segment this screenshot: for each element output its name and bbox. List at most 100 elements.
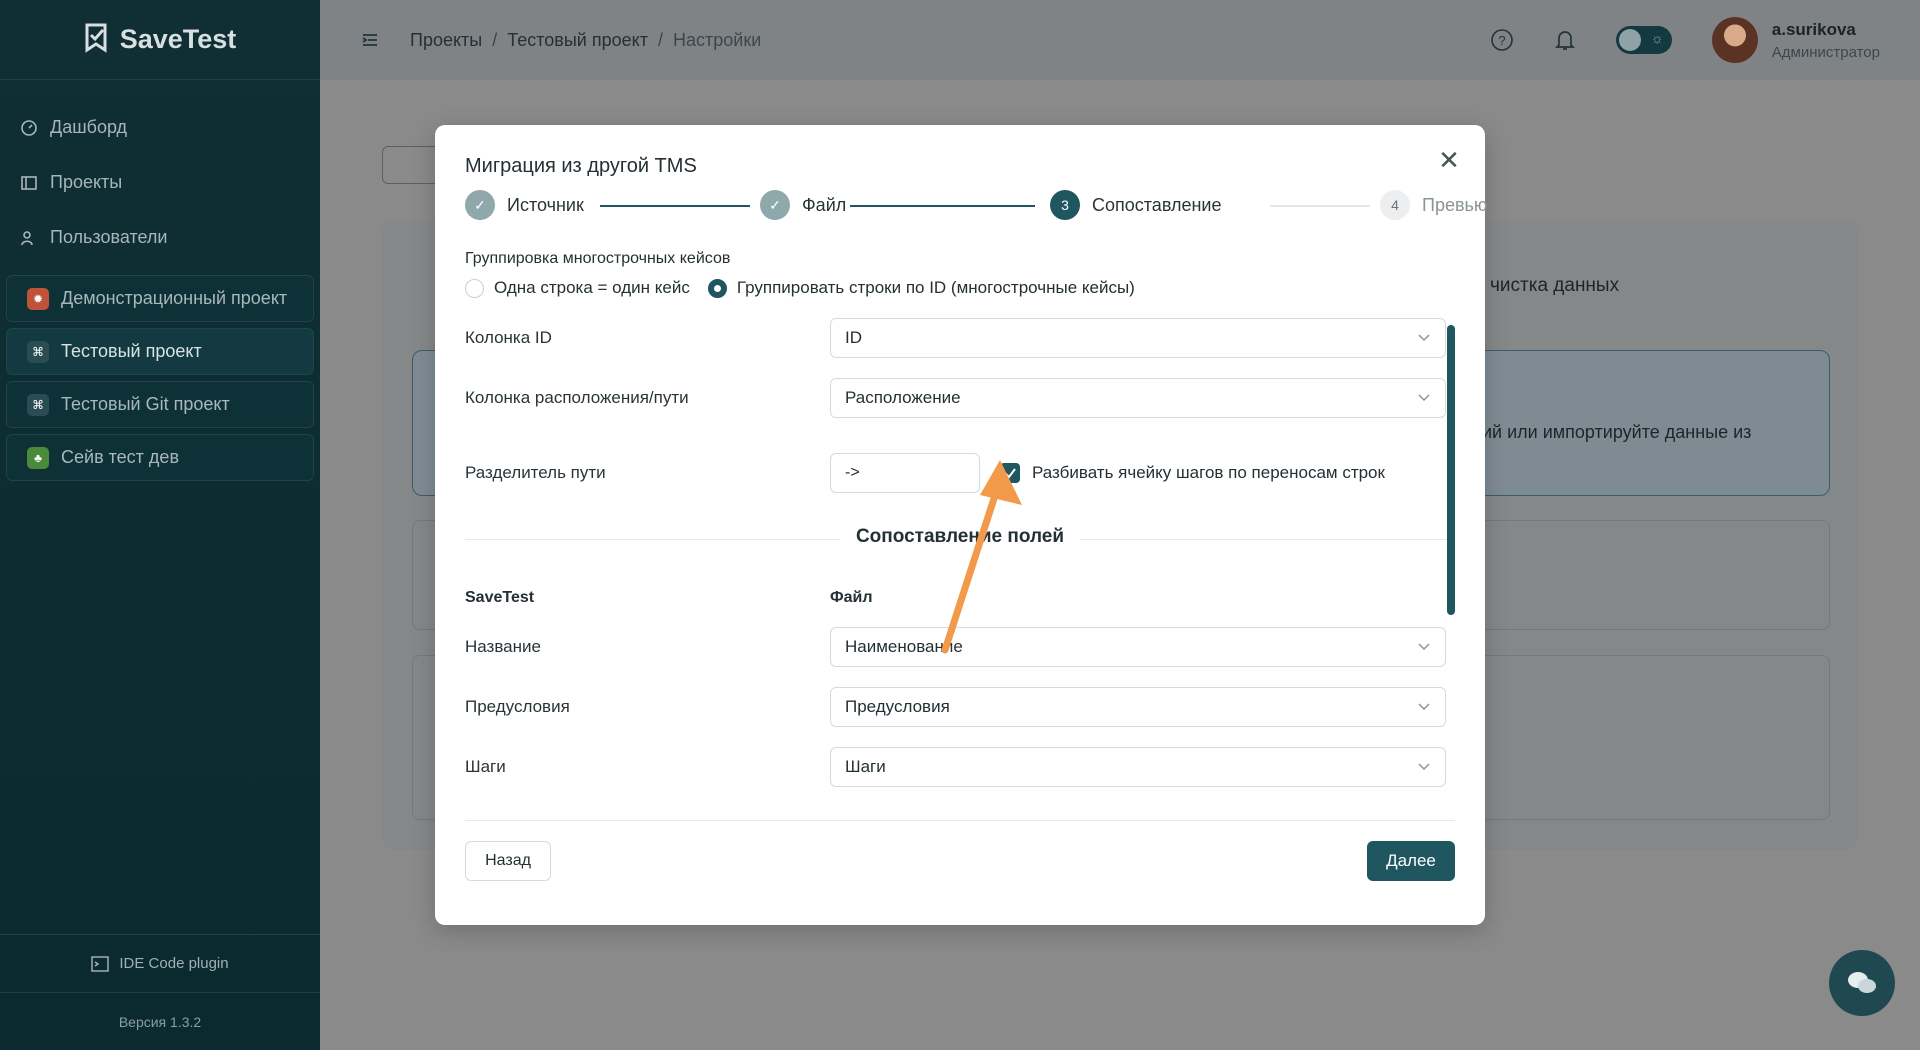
back-button-bg xyxy=(382,146,442,184)
step-label: Превью xyxy=(1422,194,1488,215)
mapping-select-name[interactable]: Наименование xyxy=(830,627,1446,667)
select-value: Шаги xyxy=(845,757,886,776)
step-connector xyxy=(1270,205,1370,207)
project-label: Тестовый Git проект xyxy=(61,394,230,414)
chevron-down-icon xyxy=(1418,334,1430,342)
chevron-down-icon xyxy=(1418,763,1430,771)
path-column-select[interactable]: Расположение xyxy=(830,378,1446,418)
scrollbar-thumb[interactable] xyxy=(1447,325,1455,615)
radio-label: Группировать строки по ID (многострочные… xyxy=(736,278,1135,297)
ide-plugin-link[interactable]: IDE Code plugin xyxy=(0,934,320,992)
step-connector xyxy=(600,205,750,207)
grouping-options: Одна строка = один кейс Группировать стр… xyxy=(465,278,1135,298)
sun-icon: ☼ xyxy=(1650,30,1664,46)
next-button[interactable]: Далее xyxy=(1367,841,1455,881)
logo[interactable]: SaveTest xyxy=(0,0,320,80)
step-label: Файл xyxy=(802,194,847,215)
stepper: ✓ Источник ✓ Файл 3 Сопоставление 4 Прев… xyxy=(465,190,1487,222)
column-header-savetest: SaveTest xyxy=(465,589,535,606)
step-file: ✓ Файл xyxy=(760,190,846,220)
nav-label: Дашборд xyxy=(50,117,128,137)
step-number: 4 xyxy=(1380,190,1410,220)
toggle-knob xyxy=(1618,29,1641,51)
mapping-label-steps: Шаги xyxy=(465,757,506,776)
user-menu[interactable]: a.surikova Администратор xyxy=(1711,17,1880,63)
logo-icon xyxy=(85,23,107,53)
breadcrumb-separator: / xyxy=(657,29,663,50)
dialog-title: Миграция из другой TMS xyxy=(465,155,697,177)
terminal-icon xyxy=(91,955,110,972)
close-icon[interactable]: ✕ xyxy=(1435,147,1463,175)
nav-label: Проекты xyxy=(50,172,123,192)
theme-toggle[interactable]: ☼ xyxy=(1615,26,1672,54)
step-label: Источник xyxy=(507,194,584,215)
mapping-label-name: Название xyxy=(465,637,541,656)
checkbox-label: Разбивать ячейку шагов по переносам стро… xyxy=(1032,463,1385,482)
radio-button[interactable] xyxy=(465,278,484,298)
svg-text:?: ? xyxy=(1498,33,1505,48)
project-item-demo[interactable]: ✹ Демонстрационный проект xyxy=(6,275,314,322)
user-name: a.surikova xyxy=(1771,19,1856,39)
project-logo-icon: ⌘ xyxy=(27,340,49,363)
chevron-down-icon xyxy=(1418,703,1430,711)
radio-button[interactable] xyxy=(707,278,727,298)
path-separator-label: Разделитель пути xyxy=(465,463,606,482)
projects-icon xyxy=(21,175,37,190)
chevron-down-icon xyxy=(1418,394,1430,402)
radio-one-row[interactable]: Одна строка = один кейс xyxy=(465,278,690,298)
project-label: Тестовый проект xyxy=(61,341,202,361)
project-item-git[interactable]: ⌘ Тестовый Git проект xyxy=(6,381,314,428)
footer-divider xyxy=(465,820,1455,821)
sidebar-footer: IDE Code plugin Версия 1.3.2 xyxy=(0,934,320,1050)
select-value: Расположение xyxy=(845,388,961,407)
breadcrumb-projects[interactable]: Проекты xyxy=(410,30,482,51)
step-preview: 4 Превью xyxy=(1380,190,1487,220)
leaf-icon: ♣ xyxy=(27,446,49,469)
plugin-label: IDE Code plugin xyxy=(119,955,229,972)
chevron-down-icon xyxy=(1418,643,1430,651)
top-header: Проекты / Тестовый проект / Настройки ? … xyxy=(320,0,1920,80)
version-label: Версия 1.3.2 xyxy=(0,992,320,1050)
radio-label: Одна строка = один кейс xyxy=(494,278,690,297)
sidebar: SaveTest Дашборд Проекты Пользователи ✹ … xyxy=(0,0,320,1050)
path-column-label: Колонка расположения/пути xyxy=(465,388,689,407)
info-banner-text-bg: ий или импортируйте данные из xyxy=(1482,422,1752,442)
id-column-select[interactable]: ID xyxy=(830,318,1446,358)
project-item-dev[interactable]: ♣ Сейв тест дев xyxy=(6,434,314,481)
step-connector xyxy=(850,205,1035,207)
check-icon: ✓ xyxy=(760,190,790,220)
step-mapping: 3 Сопоставление xyxy=(1050,190,1222,220)
app-name: SaveTest xyxy=(119,24,237,54)
nav-item-dashboard[interactable]: Дашборд xyxy=(0,100,320,155)
nav-label: Пользователи xyxy=(50,227,168,247)
breadcrumb-separator: / xyxy=(492,29,498,50)
id-column-label: Колонка ID xyxy=(465,328,552,347)
step-source: ✓ Источник xyxy=(465,190,584,220)
avatar xyxy=(1711,17,1758,63)
select-value: ID xyxy=(845,328,862,347)
chat-button[interactable] xyxy=(1829,950,1895,1016)
radio-group-by-id[interactable]: Группировать строки по ID (многострочные… xyxy=(707,278,1135,298)
project-list: ✹ Демонстрационный проект ⌘ Тестовый про… xyxy=(0,275,320,481)
breadcrumb: Проекты / Тестовый проект / Настройки xyxy=(410,30,761,51)
project-label: Демонстрационный проект xyxy=(61,288,288,308)
step-label: Сопоставление xyxy=(1092,194,1222,215)
check-icon: ✓ xyxy=(465,190,495,220)
column-header-file: Файл xyxy=(830,589,873,606)
annotation-arrow-icon xyxy=(941,460,1022,654)
nav-item-projects[interactable]: Проекты xyxy=(0,155,320,210)
tab-data-cleanup-bg: чистка данных xyxy=(1490,275,1620,296)
breadcrumb-project[interactable]: Тестовый проект xyxy=(507,30,648,51)
project-item-test[interactable]: ⌘ Тестовый проект xyxy=(6,328,314,375)
main-nav: Дашборд Проекты Пользователи xyxy=(0,80,320,265)
chat-icon xyxy=(1848,972,1876,993)
split-steps-checkbox[interactable]: Разбивать ячейку шагов по переносам стро… xyxy=(1000,463,1385,483)
project-logo-icon: ⌘ xyxy=(27,393,49,416)
mapping-select-preconditions[interactable]: Предусловия xyxy=(830,687,1446,727)
menu-collapse-icon[interactable] xyxy=(360,30,380,50)
nav-item-users[interactable]: Пользователи xyxy=(0,210,320,265)
help-icon[interactable]: ? xyxy=(1490,28,1514,52)
back-button[interactable]: Назад xyxy=(465,841,551,881)
bell-icon[interactable] xyxy=(1554,28,1576,52)
mapping-select-steps[interactable]: Шаги xyxy=(830,747,1446,787)
